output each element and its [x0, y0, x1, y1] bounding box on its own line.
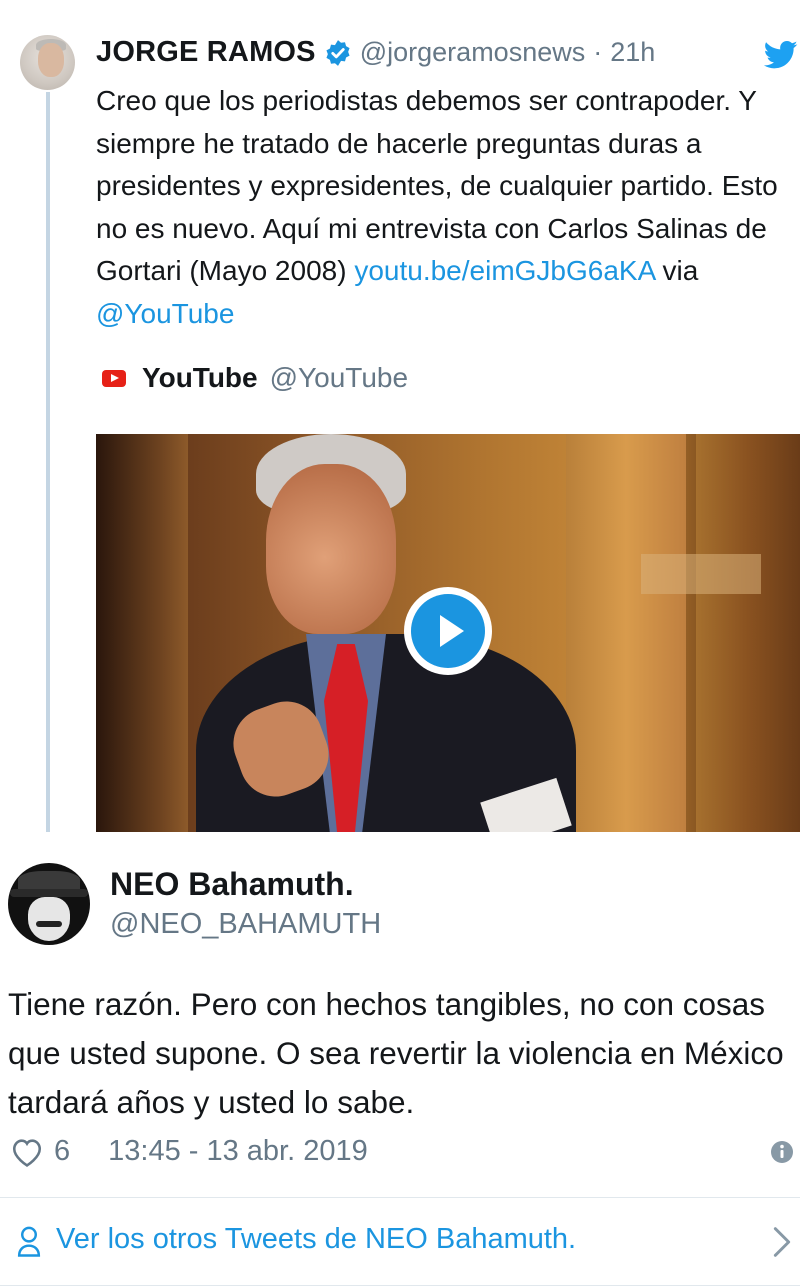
verified-badge-icon	[326, 39, 350, 66]
youtube-logo-icon	[102, 369, 126, 387]
reply-author-handle[interactable]: @NEO_BAHAMUTH	[110, 908, 381, 941]
more-tweets-label[interactable]: Ver los otros Tweets de NEO Bahamuth.	[56, 1223, 576, 1256]
reply-author-name[interactable]: NEO Bahamuth.	[110, 866, 354, 903]
card-source-name: YouTube	[142, 362, 258, 393]
thread-connector-line	[46, 92, 50, 832]
original-author-name[interactable]: JORGE RAMOS	[96, 36, 316, 69]
twitter-bird-icon[interactable]	[764, 40, 798, 70]
person-icon	[17, 1226, 41, 1257]
media-card-header[interactable]: YouTube @YouTube	[102, 362, 408, 394]
jorge-ramos-avatar[interactable]	[20, 35, 75, 90]
youtube-mention[interactable]: @YouTube	[96, 298, 234, 329]
reply-tweet-text: Tiene razón. Pero con hechos tangibles, …	[8, 986, 784, 1120]
more-tweets-link[interactable]: Ver los otros Tweets de NEO Bahamuth.	[0, 1198, 800, 1284]
original-tweet-text: Creo que los periodistas debemos ser con…	[96, 80, 786, 335]
reply-meta-row: 6 13:45 - 13 abr. 2019	[10, 1135, 368, 1168]
original-tweet-time: 21h	[610, 37, 656, 67]
heart-icon[interactable]	[10, 1136, 44, 1168]
youtube-link[interactable]: youtu.be/eimGJbG6aKA	[354, 255, 654, 286]
divider-bottom	[0, 1285, 800, 1286]
chevron-right-icon[interactable]	[772, 1226, 792, 1258]
original-author-handle[interactable]: @jorgeramosnews	[360, 37, 586, 68]
neo-bahamuth-avatar[interactable]	[8, 863, 90, 945]
via-text: via	[654, 255, 699, 286]
info-icon[interactable]	[770, 1140, 794, 1164]
original-tweet-header: JORGE RAMOS @jorgeramosnews · 21h	[96, 36, 655, 69]
reply-timestamp[interactable]: 13:45 - 13 abr. 2019	[108, 1135, 368, 1168]
video-thumbnail[interactable]	[96, 434, 800, 832]
card-source-handle: @YouTube	[269, 362, 409, 393]
play-button-icon[interactable]	[404, 587, 492, 675]
like-count: 6	[54, 1135, 71, 1167]
dot-separator: ·	[593, 37, 603, 67]
